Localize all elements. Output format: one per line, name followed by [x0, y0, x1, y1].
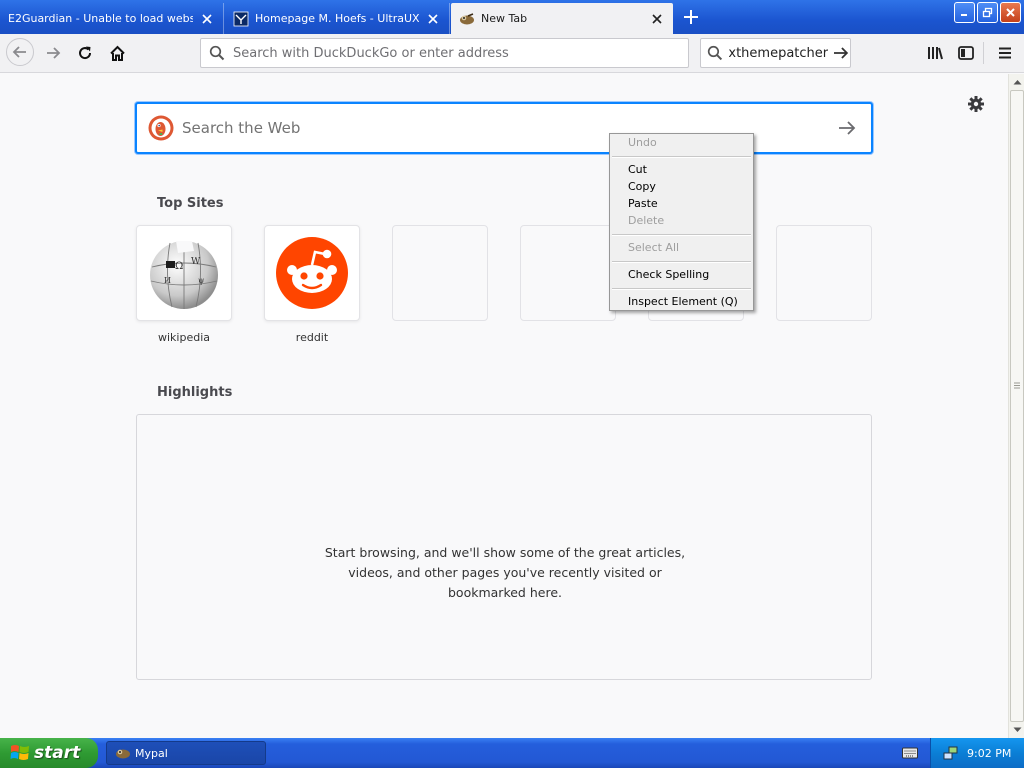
sidebar-button[interactable]: [951, 39, 981, 67]
highlights-message: Start browsing, and we'll show some of t…: [137, 543, 873, 603]
context-menu: Undo Cut Copy Paste Delete Select All Ch…: [609, 133, 754, 311]
menu-item-check-spelling[interactable]: Check Spelling: [628, 267, 709, 283]
menu-item-delete[interactable]: Delete: [628, 213, 664, 229]
tab-label: Homepage M. Hoefs - UltraUXThe: [255, 12, 419, 25]
top-site-tile-wikipedia[interactable]: Ω W И ψ: [136, 225, 232, 321]
duckduckgo-logo-icon: [148, 115, 174, 141]
mypal-app-icon: [116, 749, 130, 759]
navigation-toolbar: Search with DuckDuckGo or enter address …: [0, 34, 1024, 73]
mypal-favicon-icon: [459, 11, 475, 27]
customize-button[interactable]: [966, 94, 986, 114]
ultraux-favicon-icon: [233, 11, 249, 27]
minimize-icon: [961, 14, 967, 16]
back-button[interactable]: [6, 38, 34, 66]
svg-text:И: И: [164, 276, 171, 285]
search-icon: [707, 45, 723, 61]
highlights-empty-state: Start browsing, and we'll show some of t…: [136, 414, 872, 680]
search-icon: [209, 45, 225, 61]
close-icon[interactable]: [649, 11, 665, 27]
reload-icon: [79, 46, 92, 60]
grip-icon: [1014, 382, 1020, 389]
taskbar-item-label: Mypal: [135, 746, 168, 760]
windows-flag-icon: [10, 745, 29, 760]
system-tray: 9:02 PM: [930, 738, 1024, 768]
home-icon: [109, 45, 125, 61]
close-icon[interactable]: [199, 11, 215, 27]
taskbar: start Mypal 9:02 PM: [0, 738, 1024, 768]
address-placeholder: Search with DuckDuckGo or enter address: [233, 45, 509, 61]
menu-item-copy[interactable]: Copy: [628, 179, 656, 195]
keyboard-icon[interactable]: [902, 746, 918, 760]
top-site-tile-reddit[interactable]: [264, 225, 360, 321]
start-button[interactable]: start: [0, 738, 98, 768]
svg-text:ψ: ψ: [198, 276, 204, 285]
menu-item-cut[interactable]: Cut: [628, 162, 647, 178]
minimize-button[interactable]: [954, 2, 975, 23]
hamburger-menu-icon: [999, 47, 1011, 59]
close-icon[interactable]: [425, 11, 441, 27]
scroll-up-button[interactable]: [1009, 74, 1024, 90]
highlights-message-line: bookmarked here.: [448, 585, 562, 600]
tab-new-tab[interactable]: New Tab: [451, 3, 673, 34]
library-icon: [928, 47, 943, 60]
tab-strip: E2Guardian - Unable to load website Home…: [0, 0, 1024, 34]
tab-label: E2Guardian - Unable to load website: [8, 12, 193, 25]
toolbar-divider: [983, 42, 984, 64]
gear-icon: [968, 96, 984, 112]
top-site-label[interactable]: wikipedia: [136, 331, 232, 344]
back-arrow-icon: [12, 46, 26, 58]
close-window-button[interactable]: [1000, 2, 1021, 23]
top-site-tile-empty[interactable]: [520, 225, 616, 321]
forward-arrow-icon: [47, 47, 61, 59]
reddit-snoo-icon: [276, 237, 348, 309]
address-bar[interactable]: Search with DuckDuckGo or enter address: [200, 38, 689, 68]
menu-separator: [612, 156, 751, 158]
menu-item-inspect-element[interactable]: Inspect Element (Q): [628, 294, 738, 310]
start-label: start: [34, 743, 81, 763]
scroll-thumb[interactable]: [1010, 90, 1024, 722]
menu-item-undo[interactable]: Undo: [628, 135, 657, 151]
forward-button[interactable]: [38, 39, 68, 67]
top-site-label[interactable]: reddit: [264, 331, 360, 344]
menu-button[interactable]: [990, 39, 1020, 67]
new-tab-button[interactable]: [678, 5, 704, 29]
menu-item-paste[interactable]: Paste: [628, 196, 658, 212]
search-bar[interactable]: uxthemepatcher: [700, 38, 851, 68]
svg-text:Ω: Ω: [175, 261, 183, 272]
top-site-tile-empty[interactable]: [776, 225, 872, 321]
search-bar-value: uxthemepatcher: [728, 45, 829, 61]
clock[interactable]: 9:02 PM: [967, 747, 1011, 760]
top-site-tile-empty[interactable]: [392, 225, 488, 321]
search-go-arrow-icon[interactable]: [837, 118, 857, 138]
restore-button[interactable]: [977, 2, 998, 23]
scroll-up-arrow-icon: [1013, 80, 1021, 85]
menu-separator: [612, 234, 751, 236]
scroll-down-button[interactable]: [1009, 722, 1024, 738]
svg-text:W: W: [191, 257, 201, 267]
library-button[interactable]: [920, 39, 950, 67]
tab-label: New Tab: [481, 12, 528, 25]
sidebar-icon: [958, 46, 974, 60]
restore-icon: [982, 7, 993, 18]
network-icon[interactable]: [943, 745, 959, 761]
go-arrow-icon[interactable]: [832, 45, 850, 61]
top-sites-title: Top Sites: [157, 196, 224, 211]
wikipedia-globe-icon: Ω W И ψ: [150, 241, 218, 309]
home-button[interactable]: [102, 39, 132, 67]
page-scrollbar[interactable]: [1008, 74, 1024, 738]
menu-separator: [612, 288, 751, 290]
menu-item-select-all[interactable]: Select All: [628, 240, 679, 256]
highlights-message-line: videos, and other pages you've recently …: [348, 565, 662, 580]
tab-e2guardian[interactable]: E2Guardian - Unable to load website: [0, 3, 224, 34]
menu-separator: [612, 261, 751, 263]
tab-ultraux[interactable]: Homepage M. Hoefs - UltraUXThe: [225, 3, 450, 34]
web-search-box[interactable]: Search the Web: [135, 102, 873, 154]
reload-button[interactable]: [70, 39, 100, 67]
close-icon: [1006, 8, 1015, 17]
scroll-down-arrow-icon: [1013, 727, 1021, 732]
taskbar-item-mypal[interactable]: Mypal: [106, 741, 266, 765]
highlights-title: Highlights: [157, 385, 233, 400]
plus-icon: [684, 10, 698, 24]
highlights-message-line: Start browsing, and we'll show some of t…: [324, 545, 686, 560]
